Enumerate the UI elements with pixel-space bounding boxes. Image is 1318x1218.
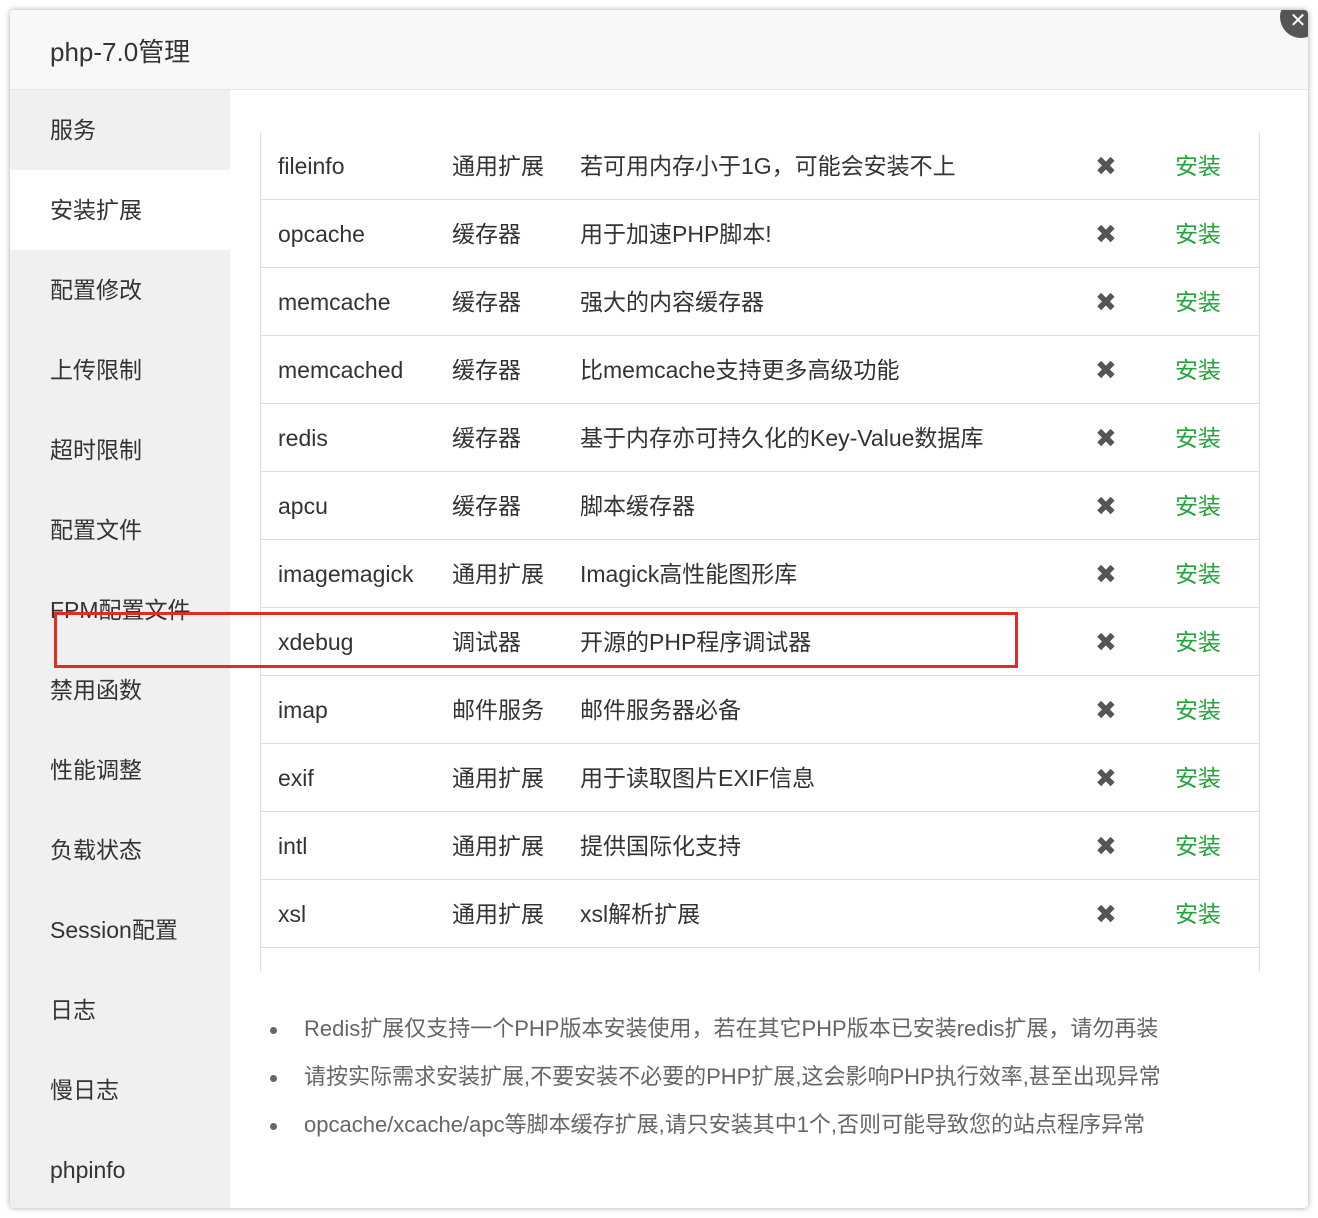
extension-type: 调试器 [452,629,521,655]
extension-type: 通用扩展 [452,765,544,791]
extension-name: imagemagick [278,561,414,587]
install-button[interactable]: 安装 [1175,200,1221,268]
table-row: redis 缓存器 基于内存亦可持久化的Key-Value数据库 ✖ 安装 [261,404,1259,472]
table-row: intl 通用扩展 提供国际化支持 ✖ 安装 [261,812,1259,880]
extension-type: 缓存器 [452,289,521,315]
extension-type: 缓存器 [452,493,521,519]
sidebar-item-phpinfo[interactable]: phpinfo [10,1130,230,1208]
sidebar-item-config-file[interactable]: 配置文件 [10,490,230,570]
extension-desc: Imagick高性能图形库 [580,561,798,587]
dialog-titlebar: php-7.0管理 [10,10,1308,90]
extension-desc: xsl解析扩展 [580,901,701,927]
extension-desc: 开源的PHP程序调试器 [580,629,812,655]
extension-desc: 脚本缓存器 [580,493,695,519]
table-row: xsl 通用扩展 xsl解析扩展 ✖ 安装 [261,880,1259,948]
extension-type: 缓存器 [452,425,521,451]
install-button[interactable]: 安装 [1175,608,1221,676]
extension-name: memcached [278,357,404,383]
extension-type: 通用扩展 [452,561,544,587]
extension-name: intl [278,833,308,859]
table-row: exif 通用扩展 用于读取图片EXIF信息 ✖ 安装 [261,744,1259,812]
not-installed-icon: ✖ [1095,831,1117,861]
extension-name: memcache [278,289,391,315]
extension-name: exif [278,765,314,791]
sidebar-item-service[interactable]: 服务 [10,90,230,170]
extension-type: 缓存器 [452,357,521,383]
install-button[interactable]: 安装 [1175,132,1221,200]
sidebar-nav: 服务 安装扩展 配置修改 上传限制 超时限制 配置文件 FPM配置文件 禁用函数… [10,90,230,1208]
note-item: 请按实际需求安装扩展,不要安装不必要的PHP扩展,这会影响PHP执行效率,甚至出… [268,1053,1161,1101]
install-button[interactable]: 安装 [1175,540,1221,608]
main-content: fileinfo 通用扩展 若可用内存小于1G，可能会安装不上 ✖ 安装 opc… [230,90,1308,1208]
table-row: memcache 缓存器 强大的内容缓存器 ✖ 安装 [261,268,1259,336]
not-installed-icon: ✖ [1095,151,1117,181]
sidebar-item-install-extensions[interactable]: 安装扩展 [10,170,230,250]
install-button[interactable]: 安装 [1175,676,1221,744]
sidebar-item-performance-tuning[interactable]: 性能调整 [10,730,230,810]
extension-type: 通用扩展 [452,901,544,927]
extension-type: 缓存器 [452,221,521,247]
extension-name: xsl [278,901,307,927]
extension-desc: 强大的内容缓存器 [580,289,764,315]
extension-desc: 用于读取图片EXIF信息 [580,765,816,791]
extension-desc: 邮件服务器必备 [580,697,741,723]
sidebar-item-session-config[interactable]: Session配置 [10,890,230,970]
dialog-title: php-7.0管理 [50,37,191,67]
not-installed-icon: ✖ [1095,219,1117,249]
extensions-table[interactable]: fileinfo 通用扩展 若可用内存小于1G，可能会安装不上 ✖ 安装 opc… [260,132,1260,972]
extension-desc: 若可用内存小于1G，可能会安装不上 [580,153,956,179]
install-button[interactable]: 安装 [1175,268,1221,336]
note-item: Redis扩展仅支持一个PHP版本安装使用，若在其它PHP版本已安装redis扩… [268,1005,1161,1053]
sidebar-item-timeout-limit[interactable]: 超时限制 [10,410,230,490]
note-item: opcache/xcache/apc等脚本缓存扩展,请只安装其中1个,否则可能导… [268,1101,1161,1149]
sidebar-item-upload-limit[interactable]: 上传限制 [10,330,230,410]
install-button[interactable]: 安装 [1175,880,1221,948]
not-installed-icon: ✖ [1095,695,1117,725]
not-installed-icon: ✖ [1095,627,1117,657]
extension-name: fileinfo [278,153,345,179]
notes-list: Redis扩展仅支持一个PHP版本安装使用，若在其它PHP版本已安装redis扩… [268,1005,1161,1149]
sidebar-item-disabled-functions[interactable]: 禁用函数 [10,650,230,730]
php-manager-dialog: php-7.0管理 ✕ 服务 安装扩展 配置修改 上传限制 超时限制 配置文件 … [10,10,1308,1208]
install-button[interactable]: 安装 [1175,472,1221,540]
sidebar-item-load-status[interactable]: 负载状态 [10,810,230,890]
table-row: fileinfo 通用扩展 若可用内存小于1G，可能会安装不上 ✖ 安装 [261,132,1259,200]
not-installed-icon: ✖ [1095,287,1117,317]
extension-name: imap [278,697,328,723]
install-button[interactable]: 安装 [1175,336,1221,404]
sidebar-item-slow-log[interactable]: 慢日志 [10,1050,230,1130]
extension-type: 邮件服务 [452,697,544,723]
extension-name: redis [278,425,328,451]
extension-name: apcu [278,493,328,519]
extension-name: xdebug [278,629,354,655]
not-installed-icon: ✖ [1095,899,1117,929]
install-button[interactable]: 安装 [1175,812,1221,880]
not-installed-icon: ✖ [1095,423,1117,453]
extension-desc: 基于内存亦可持久化的Key-Value数据库 [580,425,984,451]
install-button[interactable]: 安装 [1175,404,1221,472]
table-row: memcached 缓存器 比memcache支持更多高级功能 ✖ 安装 [261,336,1259,404]
sidebar-item-config-edit[interactable]: 配置修改 [10,250,230,330]
extension-type: 通用扩展 [452,153,544,179]
not-installed-icon: ✖ [1095,559,1117,589]
table-row: imagemagick 通用扩展 Imagick高性能图形库 ✖ 安装 [261,540,1259,608]
not-installed-icon: ✖ [1095,355,1117,385]
extension-type: 通用扩展 [452,833,544,859]
extension-desc: 比memcache支持更多高级功能 [580,357,900,383]
table-row: opcache 缓存器 用于加速PHP脚本! ✖ 安装 [261,200,1259,268]
extension-desc: 用于加速PHP脚本! [580,221,772,247]
sidebar-item-fpm-config[interactable]: FPM配置文件 [10,570,230,650]
install-button[interactable]: 安装 [1175,744,1221,812]
not-installed-icon: ✖ [1095,763,1117,793]
not-installed-icon: ✖ [1095,491,1117,521]
table-row: xdebug 调试器 开源的PHP程序调试器 ✖ 安装 [261,608,1259,676]
extension-name: opcache [278,221,365,247]
table-row: imap 邮件服务 邮件服务器必备 ✖ 安装 [261,676,1259,744]
sidebar-item-log[interactable]: 日志 [10,970,230,1050]
table-row: apcu 缓存器 脚本缓存器 ✖ 安装 [261,472,1259,540]
extension-desc: 提供国际化支持 [580,833,741,859]
